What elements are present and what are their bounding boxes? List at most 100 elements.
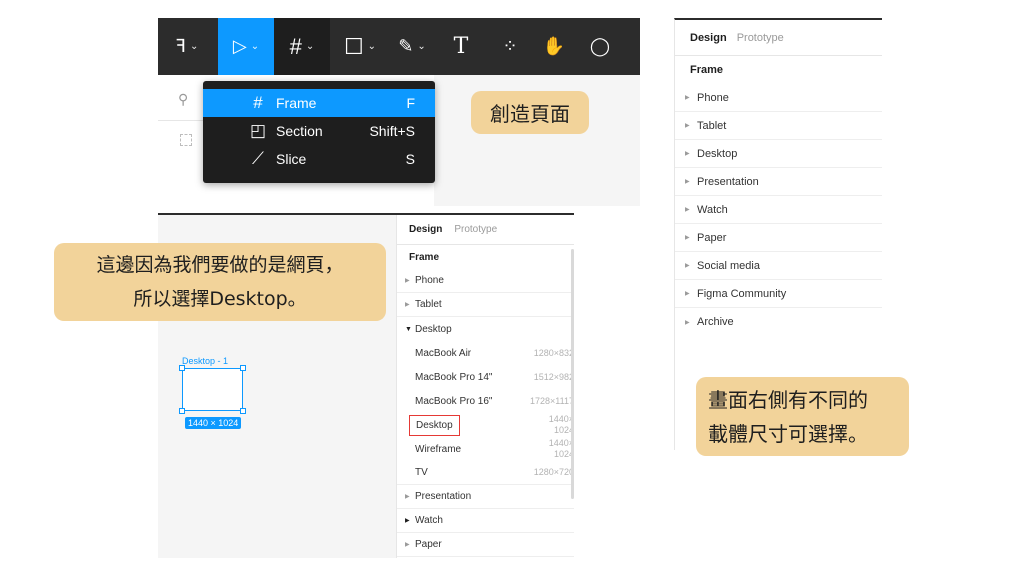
divider [158, 120, 206, 121]
resize-handle[interactable] [240, 408, 246, 414]
chevron-down-icon: ⌄ [367, 41, 377, 52]
device-macbook-air[interactable]: MacBook Air 1280×832 [397, 341, 574, 365]
comment-tool-button[interactable]: ◯ [582, 18, 618, 75]
caret-right-icon: ▶ [405, 518, 410, 524]
frame-heading: Frame [690, 64, 724, 76]
rectangle-tool-button[interactable]: ☐ ⌄ [336, 18, 384, 75]
panel-tabs: Design Prototype [675, 20, 882, 56]
figma-main-menu-icon: ꟻ [175, 36, 186, 56]
menu-item-frame[interactable]: # Frame F [203, 89, 435, 117]
design-panel-small: Design Prototype Frame ▶ Phone ▶ Tablet ▼ D… [396, 215, 574, 558]
resize-handle[interactable] [179, 365, 185, 371]
rectangle-tool-icon: ☐ [343, 33, 364, 59]
figma-toolbar: ꟻ ⌄ ▷ ⌄ # ⌄ ☐ ⌄ ✎ ⌄ T ⁘ ✋ ◯ [158, 18, 640, 75]
category-figma-community[interactable]: ▶ Figma Community [675, 280, 882, 308]
device-wireframe[interactable]: Wireframe 1440× 1024 [397, 437, 574, 461]
device-name: Wireframe [415, 443, 462, 455]
category-label: Social media [697, 259, 760, 272]
device-macbook-pro-14[interactable]: MacBook Pro 14" 1512×982 [397, 365, 574, 389]
slice-icon: ⟋ [252, 149, 264, 168]
caret-right-icon: ▶ [685, 95, 690, 101]
category-presentation[interactable]: ▶ Presentation [397, 485, 574, 509]
category-phone[interactable]: ▶ Phone [675, 84, 882, 112]
category-label: Tablet [697, 119, 727, 132]
tab-prototype[interactable]: Prototype [737, 32, 784, 44]
frame-tool-button[interactable]: # ⌄ [274, 18, 330, 75]
menu-item-section[interactable]: ◰ Section Shift+S [203, 117, 435, 145]
move-tool-button[interactable]: ▷ ⌄ [218, 18, 274, 75]
caret-right-icon: ▶ [685, 263, 690, 269]
callout-line: 這邊因為我們要做的是網頁， [96, 254, 344, 276]
resize-handle[interactable] [179, 408, 185, 414]
category-watch[interactable]: ▶ Watch [675, 196, 882, 224]
device-size: 1280×720 [533, 467, 574, 477]
callout-line: 載體尺寸可選擇。 [708, 422, 868, 446]
category-label: Watch [697, 203, 728, 216]
device-macbook-pro-16[interactable]: MacBook Pro 16" 1728×1117 [397, 389, 574, 413]
panel-tabs: Design Prototype [397, 215, 574, 245]
chevron-down-icon: ⌄ [189, 41, 199, 52]
menu-item-shortcut: Shift+S [369, 123, 415, 139]
pen-tool-icon: ✎ [398, 36, 414, 56]
frame-name-label: Desktop - 1 [182, 356, 229, 366]
category-paper[interactable]: ▶ Paper [675, 224, 882, 252]
callout-right-panel: 畫面右側有不同的 載體尺寸可選擇。 [696, 377, 909, 456]
frame-tool-icon: # [289, 33, 302, 59]
tab-prototype[interactable]: Prototype [454, 224, 497, 235]
category-label: Presentation [697, 175, 759, 188]
caret-right-icon: ▶ [685, 123, 690, 129]
device-tv[interactable]: TV 1280×720 [397, 461, 574, 485]
resize-handle[interactable] [240, 365, 246, 371]
category-label: Desktop [415, 323, 452, 335]
device-desktop[interactable]: Desktop 1440× 1024 [397, 413, 574, 437]
resources-icon: ⁘ [502, 36, 518, 56]
category-archive[interactable]: ▶ Archive [675, 308, 882, 336]
device-name: TV [415, 467, 428, 478]
menu-item-shortcut: S [405, 151, 415, 167]
text-tool-button[interactable]: T [443, 18, 479, 75]
frame-placeholder-icon [180, 134, 192, 146]
category-social-media[interactable]: ▶ Social media [675, 252, 882, 280]
category-tablet[interactable]: ▶ Tablet [675, 112, 882, 140]
hand-tool-button[interactable]: ✋ [536, 18, 572, 75]
chevron-down-icon: ⌄ [417, 41, 426, 52]
device-size: 1512×982 [533, 371, 574, 382]
category-phone[interactable]: ▶ Phone [397, 269, 574, 293]
device-name: MacBook Air [415, 347, 472, 359]
tab-design[interactable]: Design [409, 224, 442, 235]
tab-design[interactable]: Design [690, 32, 727, 44]
category-paper[interactable]: ▶ Paper [397, 533, 574, 557]
category-label: Paper [697, 231, 727, 244]
comment-tool-icon: ◯ [589, 36, 611, 56]
section-icon: ◰ [249, 121, 267, 140]
chevron-down-icon: ⌄ [305, 41, 315, 52]
resources-button[interactable]: ⁘ [492, 18, 528, 75]
category-desktop[interactable]: ▶ Desktop [675, 140, 882, 168]
category-watch[interactable]: ▶ Watch [397, 509, 574, 533]
device-name: Desktop [409, 414, 460, 436]
callout-line: 畫面右側有不同的 [708, 388, 868, 412]
caret-down-icon: ▼ [405, 325, 412, 333]
desktop-frame[interactable] [182, 368, 243, 411]
category-label: Paper [415, 539, 442, 550]
callout-desktop-choice: 這邊因為我們要做的是網頁， 所以選擇Desktop。 [54, 243, 386, 321]
pen-tool-button[interactable]: ✎ ⌄ [388, 18, 436, 75]
callout-line: 所以選擇Desktop。 [133, 288, 307, 310]
hand-tool-icon: ✋ [542, 36, 566, 56]
caret-right-icon: ▶ [685, 179, 690, 185]
menu-item-slice[interactable]: ⟋ Slice S [203, 145, 435, 173]
category-tablet[interactable]: ▶ Tablet [397, 293, 574, 317]
category-presentation[interactable]: ▶ Presentation [675, 168, 882, 196]
category-label: Desktop [697, 147, 738, 160]
move-tool-icon: ▷ [232, 36, 247, 56]
scrollbar[interactable] [571, 249, 574, 499]
caret-right-icon: ▶ [685, 319, 690, 326]
frame-tool-menu: # Frame F ◰ Section Shift+S ⟋ Slice S [203, 81, 435, 183]
device-size: 1280×832 [533, 347, 574, 358]
search-icon[interactable]: ⚲ [178, 91, 188, 108]
chevron-down-icon: ⌄ [250, 41, 260, 52]
menu-item-label: Slice [276, 151, 307, 167]
frame-size-badge: 1440 × 1024 [185, 417, 242, 429]
figma-main-menu-button[interactable]: ꟻ ⌄ [158, 18, 216, 75]
category-desktop[interactable]: ▼ Desktop [397, 317, 574, 341]
